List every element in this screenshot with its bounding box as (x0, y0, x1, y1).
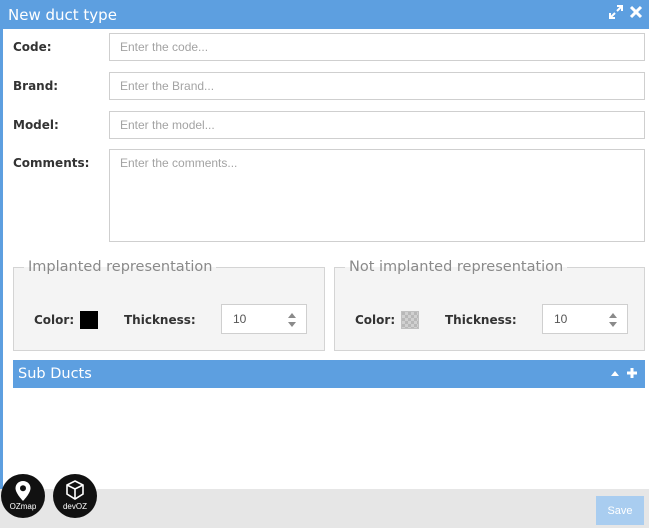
dialog-footer (0, 489, 649, 528)
not-implanted-thickness-stepper[interactable]: 10 (542, 304, 628, 334)
not-implanted-thickness-label: Thickness: (445, 313, 517, 327)
save-button[interactable]: Save (596, 496, 644, 525)
title-icons (609, 5, 643, 19)
dialog-titlebar[interactable]: New duct type (0, 0, 649, 29)
not-implanted-color-label: Color: (355, 313, 396, 327)
expand-icon[interactable] (609, 5, 623, 19)
not-implanted-color-swatch[interactable] (401, 311, 419, 329)
implanted-color-label: Color: (34, 313, 75, 327)
implanted-representation-legend: Implanted representation (28, 259, 213, 275)
sub-ducts-title: Sub Ducts (18, 366, 92, 382)
dialog-left-border (0, 29, 3, 489)
brand-input[interactable] (109, 72, 645, 100)
new-duct-type-dialog: New duct type Code: Brand: Model: Commen… (0, 0, 649, 528)
stepper-arrows-icon[interactable] (287, 312, 297, 328)
model-input[interactable] (109, 111, 645, 139)
dialog-title: New duct type (8, 6, 117, 24)
sub-ducts-icons (610, 367, 638, 379)
stepper-arrows-icon[interactable] (608, 312, 618, 328)
code-label: Code: (13, 40, 52, 54)
implanted-representation-group: Implanted representation Color: Thicknes… (13, 259, 325, 351)
ozmap-logo-text: OZmap (9, 502, 37, 511)
implanted-thickness-value: 10 (233, 312, 247, 326)
devoz-logo-text: devOZ (62, 502, 87, 511)
sub-ducts-bar[interactable]: Sub Ducts (13, 360, 645, 388)
implanted-thickness-stepper[interactable]: 10 (221, 304, 307, 334)
ozmap-logo[interactable]: OZmap (1, 474, 45, 518)
collapse-icon[interactable] (610, 369, 620, 377)
comments-label: Comments: (13, 156, 90, 170)
close-icon[interactable] (629, 5, 643, 19)
cube-icon (66, 480, 84, 500)
comments-textarea[interactable] (109, 149, 645, 242)
brand-label: Brand: (13, 79, 59, 93)
implanted-thickness-label: Thickness: (124, 313, 196, 327)
map-pin-icon (15, 481, 31, 501)
add-icon[interactable] (626, 367, 638, 379)
code-input[interactable] (109, 33, 645, 61)
implanted-color-swatch[interactable] (80, 311, 98, 329)
not-implanted-representation-group: Not implanted representation Color: Thic… (334, 259, 645, 351)
not-implanted-representation-legend: Not implanted representation (349, 259, 564, 275)
model-label: Model: (13, 118, 59, 132)
devoz-logo[interactable]: devOZ (53, 474, 97, 518)
not-implanted-thickness-value: 10 (554, 312, 568, 326)
